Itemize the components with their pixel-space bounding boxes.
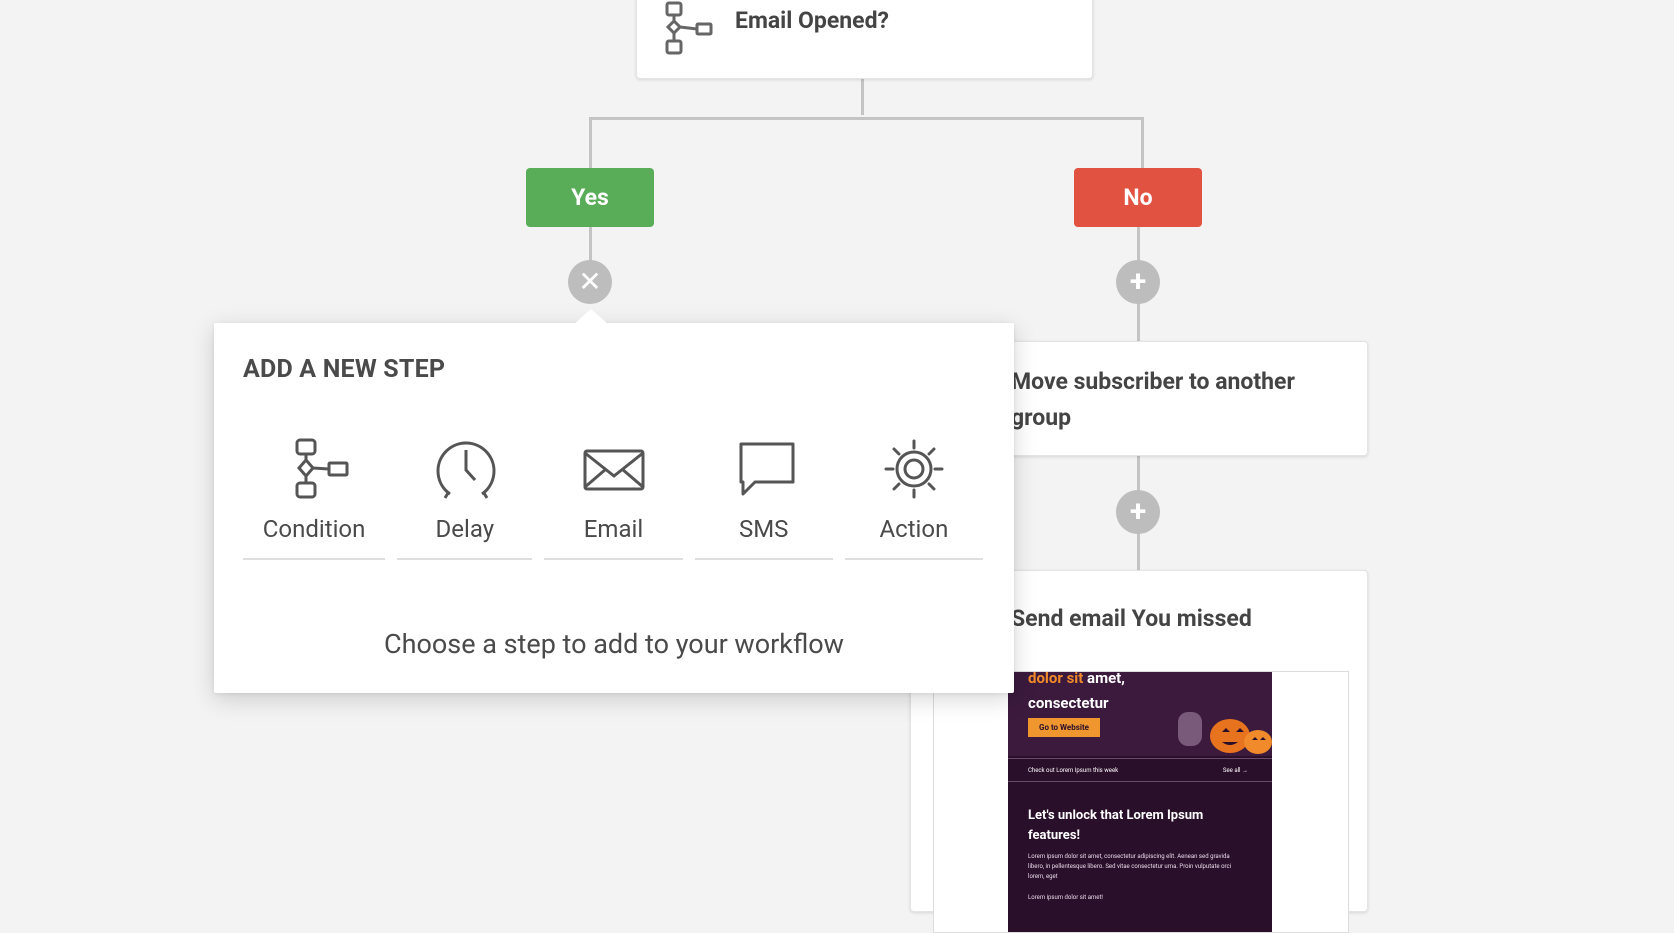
- email-preview-website-button: Go to Website: [1028, 718, 1100, 737]
- condition-node-card[interactable]: Email Opened?: [636, 0, 1093, 79]
- move-subscriber-step-title: Move subscriber to another group: [1011, 368, 1295, 431]
- step-option-action[interactable]: Action: [844, 438, 983, 560]
- condition-icon: [295, 438, 349, 499]
- gear-icon: [884, 439, 944, 499]
- plus-icon: +: [1129, 264, 1147, 299]
- send-email-step-title: Send email You missed: [1011, 605, 1252, 632]
- email-preview-headline: dolor sit amet, consectetur: [1028, 672, 1125, 712]
- step-label-action: Action: [879, 515, 949, 543]
- condition-icon: [665, 1, 713, 55]
- email-preview-body: Lorem ipsum dolor sit amet, consectetur …: [1028, 853, 1232, 880]
- popup-title: ADD A NEW STEP: [243, 355, 446, 384]
- step-label-condition: Condition: [262, 515, 366, 543]
- condition-node-title: Email Opened?: [735, 7, 889, 34]
- yes-branch-label[interactable]: Yes: [526, 168, 654, 227]
- connector-trunk: [861, 77, 864, 115]
- add-step-popup: ADD A NEW STEP Condition Delay Email SMS…: [214, 309, 1014, 693]
- step-label-sms: SMS: [738, 515, 789, 543]
- email-preview-frame: dolor sit amet, consectetur Go to Websit…: [933, 671, 1349, 933]
- envelope-icon: [583, 449, 645, 491]
- email-preview-bar: Check out Lorem Ipsum this week See all …: [1008, 758, 1272, 782]
- step-options: Condition Delay Email SMS Action: [243, 438, 983, 560]
- connector-left-drop: [589, 117, 592, 169]
- chat-bubble-icon: [739, 442, 795, 496]
- pumpkin-illustration: [1178, 712, 1272, 754]
- email-preview-hero: dolor sit amet, consectetur Go to Websit…: [1008, 672, 1272, 756]
- step-option-sms[interactable]: SMS: [694, 438, 833, 560]
- no-branch-label[interactable]: No: [1074, 168, 1202, 227]
- step-option-delay[interactable]: Delay: [397, 438, 533, 560]
- connector-right-drop: [1141, 117, 1144, 169]
- step-option-email[interactable]: Email: [544, 438, 683, 560]
- email-preview-section-title: Let's unlock that Lorem Ipsum features!: [1028, 808, 1204, 843]
- email-preview: dolor sit amet, consectetur Go to Websit…: [1008, 672, 1272, 932]
- move-subscriber-step-card[interactable]: Move subscriber to another group: [1000, 341, 1368, 456]
- close-icon: ✕: [578, 265, 602, 298]
- add-step-button-after-move[interactable]: +: [1116, 490, 1160, 534]
- step-label-delay: Delay: [435, 515, 495, 543]
- close-add-step-button[interactable]: ✕: [568, 260, 612, 304]
- step-label-email: Email: [583, 515, 644, 543]
- popup-hint: Choose a step to add to your workflow: [384, 628, 844, 660]
- popup-arrow: [573, 309, 609, 325]
- clock-icon: [436, 441, 496, 499]
- plus-icon: +: [1129, 494, 1147, 529]
- add-step-button-no-branch[interactable]: +: [1116, 260, 1160, 304]
- step-option-condition[interactable]: Condition: [243, 438, 386, 560]
- connector-horizontal: [589, 117, 1144, 120]
